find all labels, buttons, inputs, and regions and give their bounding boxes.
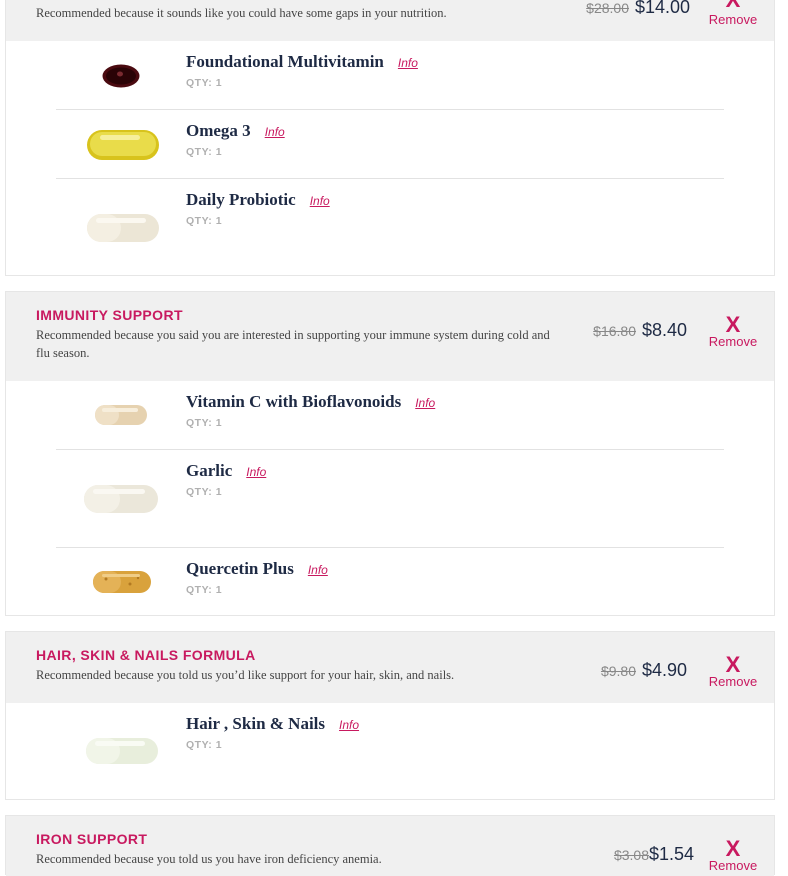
item-name: Foundational Multivitamin Info bbox=[186, 52, 418, 72]
item-name-text: Daily Probiotic bbox=[186, 190, 296, 209]
discounted-price: $14.00 bbox=[635, 0, 691, 17]
item-qty: QTY: 1 bbox=[186, 417, 223, 429]
item-divider bbox=[56, 449, 724, 450]
info-link[interactable]: Info bbox=[310, 194, 330, 208]
pack-iron-support: IRON SUPPORT Recommended because you tol… bbox=[5, 815, 775, 876]
pack-title: IRON SUPPORT bbox=[36, 831, 148, 847]
info-link[interactable]: Info bbox=[339, 718, 359, 732]
yellow-softgel-icon bbox=[87, 130, 159, 160]
item-name: Vitamin C with Bioflavonoids Info bbox=[186, 392, 435, 412]
pack-reason: Recommended because it sounds like you c… bbox=[36, 6, 447, 20]
item-name: Omega 3 Info bbox=[186, 121, 285, 141]
item-divider bbox=[56, 547, 724, 548]
pack-hair-skin-nails: HAIR, SKIN & NAILS FORMULA Recommended b… bbox=[5, 631, 775, 800]
info-link[interactable]: Info bbox=[246, 465, 266, 479]
item-divider bbox=[56, 109, 724, 110]
item-qty: QTY: 1 bbox=[186, 77, 223, 89]
info-link[interactable]: Info bbox=[265, 125, 285, 139]
original-price: $16.80 bbox=[593, 323, 636, 339]
item-qty: QTY: 1 bbox=[186, 584, 223, 596]
orange-capsule-icon bbox=[93, 571, 151, 593]
pack-reason: Recommended because you told us you have… bbox=[36, 852, 382, 866]
item-qty: QTY: 1 bbox=[186, 215, 223, 227]
item-name-text: Hair , Skin & Nails bbox=[186, 714, 326, 733]
info-link[interactable]: Info bbox=[308, 563, 328, 577]
item-name-text: Vitamin C with Bioflavonoids bbox=[186, 392, 402, 411]
pack-title: HAIR, SKIN & NAILS FORMULA bbox=[36, 647, 256, 663]
pack-foundational: Recommended because it sounds like you c… bbox=[5, 0, 775, 276]
beige-capsule-icon bbox=[95, 405, 147, 425]
item-qty: QTY: 1 bbox=[186, 739, 223, 751]
item-name: Daily Probiotic Info bbox=[186, 190, 330, 210]
pack-reason: Recommended because you told us you’d li… bbox=[36, 668, 455, 682]
discounted-price: $8.40 bbox=[642, 320, 688, 340]
pack-reason: Recommended because you said you are int… bbox=[36, 328, 550, 360]
white-capsule-icon bbox=[84, 485, 158, 513]
item-name-text: Quercetin Plus bbox=[186, 559, 294, 578]
remove-button[interactable]: Remove bbox=[703, 334, 763, 349]
original-price: $28.00 bbox=[586, 0, 629, 16]
item-name: Quercetin Plus Info bbox=[186, 559, 328, 579]
item-name: Garlic Info bbox=[186, 461, 266, 481]
remove-button[interactable]: Remove bbox=[703, 858, 763, 873]
item-name-text: Foundational Multivitamin bbox=[186, 52, 384, 71]
original-price: $9.80 bbox=[600, 663, 636, 679]
item-qty: QTY: 1 bbox=[186, 486, 223, 498]
item-name-text: Omega 3 bbox=[186, 121, 251, 140]
dark-red-softgel-icon bbox=[102, 64, 140, 88]
item-name-text: Garlic bbox=[186, 461, 233, 480]
info-link[interactable]: Info bbox=[398, 56, 418, 70]
item-name: Hair , Skin & Nails Info bbox=[186, 714, 359, 734]
discounted-price: $4.90 bbox=[642, 660, 688, 680]
original-price: $3.08 bbox=[613, 847, 649, 863]
remove-button[interactable]: Remove bbox=[703, 12, 763, 27]
white-capsule-icon bbox=[87, 214, 159, 242]
info-link[interactable]: Info bbox=[415, 396, 435, 410]
pack-title: IMMUNITY SUPPORT bbox=[36, 307, 183, 323]
remove-button[interactable]: Remove bbox=[703, 674, 763, 689]
item-qty: QTY: 1 bbox=[186, 146, 223, 158]
item-divider bbox=[56, 178, 724, 179]
pack-immunity-support: IMMUNITY SUPPORT Recommended because you… bbox=[5, 291, 775, 616]
white-capsule-icon bbox=[86, 738, 158, 764]
